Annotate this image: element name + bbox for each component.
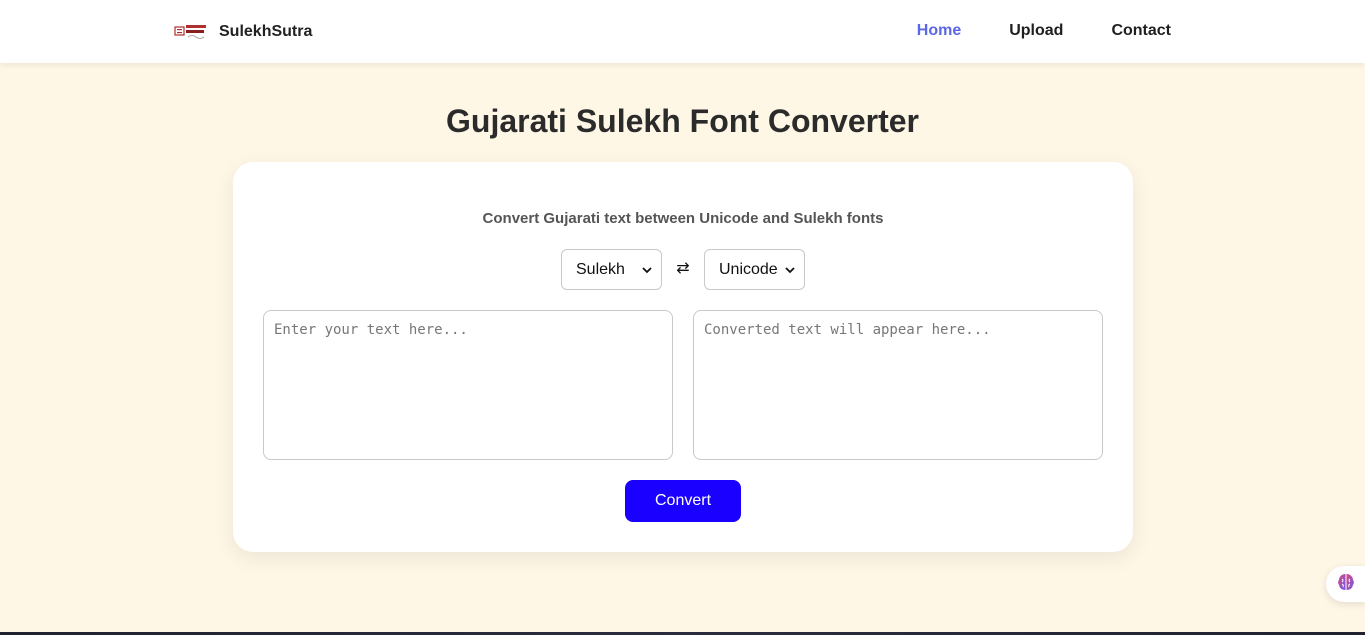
nav-upload[interactable]: Upload	[1009, 22, 1063, 40]
floating-assistant-button[interactable]	[1326, 566, 1365, 602]
page-title: Gujarati Sulekh Font Converter	[446, 103, 919, 139]
brand-name: SulekhSutra	[219, 23, 313, 40]
nav-home[interactable]: Home	[917, 22, 961, 40]
swap-arrows-icon[interactable]: ⇄	[674, 260, 692, 278]
to-font-value: Unicode	[719, 260, 778, 278]
input-textarea[interactable]	[263, 310, 673, 460]
output-textarea[interactable]	[693, 310, 1103, 460]
chevron-down-icon	[641, 263, 653, 275]
brain-icon	[1336, 572, 1356, 597]
sulekhsutra-logo	[174, 22, 208, 42]
from-font-value: Sulekh	[576, 260, 625, 278]
converter-card: Convert Gujarati text between Unicode an…	[233, 162, 1133, 552]
main-nav: Home Upload Contact	[917, 22, 1171, 40]
from-font-select[interactable]: Sulekh	[561, 249, 662, 290]
chevron-down-icon	[784, 263, 796, 275]
converter-subtitle: Convert Gujarati text between Unicode an…	[482, 210, 884, 227]
brand[interactable]: SulekhSutra	[174, 20, 312, 44]
to-font-select[interactable]: Unicode	[704, 249, 805, 290]
nav-contact[interactable]: Contact	[1111, 22, 1171, 40]
convert-button[interactable]: Convert	[625, 480, 741, 522]
navbar: SulekhSutra Home Upload Contact	[0, 0, 1365, 63]
